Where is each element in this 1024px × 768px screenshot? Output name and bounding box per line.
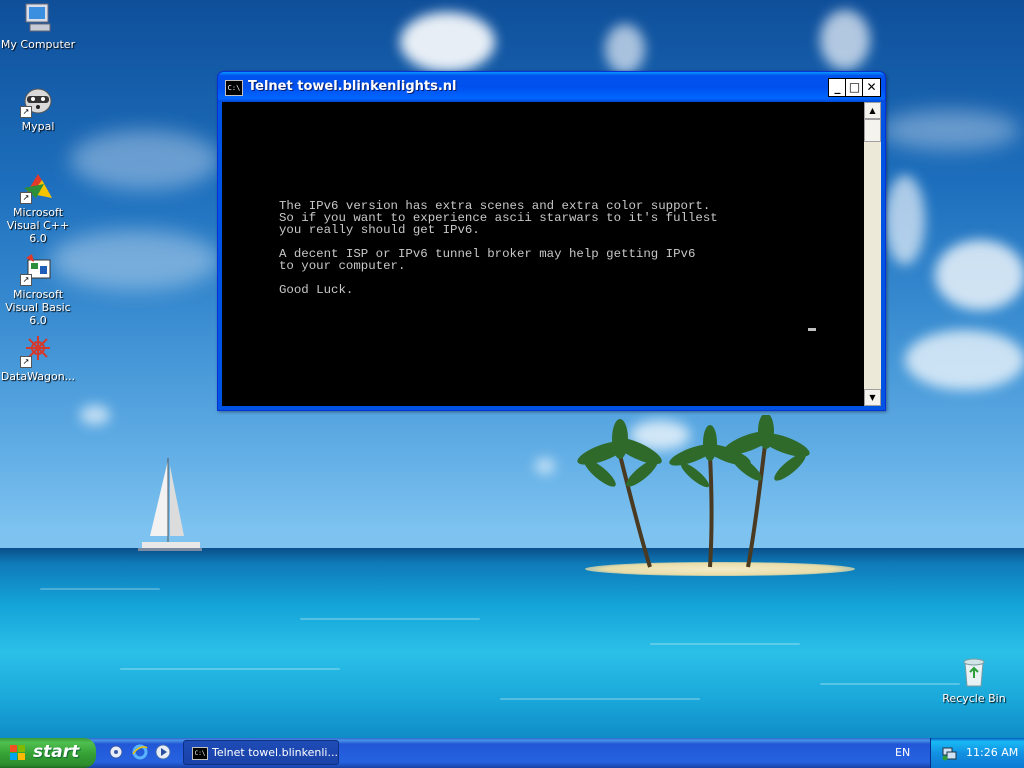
- desktop-icon-my-computer[interactable]: My Computer: [0, 2, 76, 51]
- console-output[interactable]: The IPv6 version has extra scenes and ex…: [222, 102, 864, 406]
- desktop-icon-label: Microsoft Visual C++ 6.0: [6, 206, 70, 245]
- datawagon-icon: ↗: [20, 334, 54, 368]
- system-tray: 11:26 AM: [930, 738, 1024, 768]
- media-player-icon[interactable]: [155, 744, 171, 760]
- quicklaunch-desktop-icon[interactable]: [108, 744, 124, 760]
- text-cursor: [808, 328, 816, 331]
- shortcut-arrow-icon: ↗: [20, 274, 32, 286]
- desktop-icon-label: Recycle Bin: [942, 692, 1006, 705]
- window-titlebar[interactable]: C:\ Telnet towel.blinkenlights.nl _ □ ✕: [218, 72, 885, 102]
- console-app-icon[interactable]: C:\: [225, 80, 243, 96]
- console-app-icon: C:\: [192, 747, 208, 760]
- shortcut-arrow-icon: ↗: [20, 192, 32, 204]
- scroll-up-button[interactable]: ▲: [864, 102, 881, 119]
- desktop-icon-recycle-bin[interactable]: Recycle Bin: [936, 656, 1012, 705]
- desktop-icon-visual-cpp[interactable]: ↗ Microsoft Visual C++ 6.0: [0, 170, 76, 245]
- window-client-area: The IPv6 version has extra scenes and ex…: [222, 102, 881, 406]
- palm-trees-image: [577, 415, 810, 568]
- desktop-icon-visual-basic[interactable]: ↗ Microsoft Visual Basic 6.0: [0, 252, 76, 327]
- raccoon-icon: ↗: [20, 84, 54, 118]
- window-title: Telnet towel.blinkenlights.nl: [248, 79, 457, 94]
- scroll-down-button[interactable]: ▼: [864, 389, 881, 406]
- vertical-scrollbar[interactable]: ▲ ▼: [864, 102, 881, 406]
- visual-cpp-icon: ↗: [20, 170, 54, 204]
- desktop-icon-label: Microsoft Visual Basic 6.0: [5, 288, 71, 327]
- console-text: The IPv6 version has extra scenes and ex…: [279, 199, 718, 297]
- sea: [0, 548, 1024, 738]
- start-button[interactable]: start: [0, 738, 96, 768]
- recycle-bin-icon: [958, 656, 990, 688]
- shortcut-arrow-icon: ↗: [20, 106, 32, 118]
- close-button[interactable]: ✕: [862, 78, 881, 97]
- windows-logo-icon: [10, 745, 25, 760]
- taskbar-button-telnet[interactable]: C:\ Telnet towel.blinkenli...: [183, 740, 339, 765]
- desktop-icon-label: Mypal: [21, 120, 55, 133]
- start-label: start: [33, 742, 80, 762]
- desktop-icon-mypal[interactable]: ↗ Mypal: [0, 84, 76, 133]
- taskbar: start C:\ Telnet towel.blinkenli... EN 1…: [0, 738, 1024, 768]
- network-icon[interactable]: [941, 745, 957, 761]
- internet-explorer-icon[interactable]: [132, 744, 148, 760]
- shortcut-arrow-icon: ↗: [20, 356, 32, 368]
- taskbar-button-label: Telnet towel.blinkenli...: [212, 746, 338, 759]
- visual-basic-icon: ↗: [20, 252, 54, 286]
- language-indicator[interactable]: EN: [895, 746, 910, 759]
- desktop-icon-label: DataWagon...: [0, 370, 76, 383]
- clock[interactable]: 11:26 AM: [966, 746, 1018, 759]
- sailboat-image: [138, 458, 202, 551]
- desktop-icon-label: My Computer: [0, 38, 76, 51]
- telnet-console-window[interactable]: C:\ Telnet towel.blinkenlights.nl _ □ ✕ …: [217, 71, 886, 411]
- computer-icon: [22, 2, 54, 34]
- scroll-thumb[interactable]: [864, 119, 881, 142]
- desktop-icon-datawagon[interactable]: ↗ DataWagon...: [0, 334, 76, 383]
